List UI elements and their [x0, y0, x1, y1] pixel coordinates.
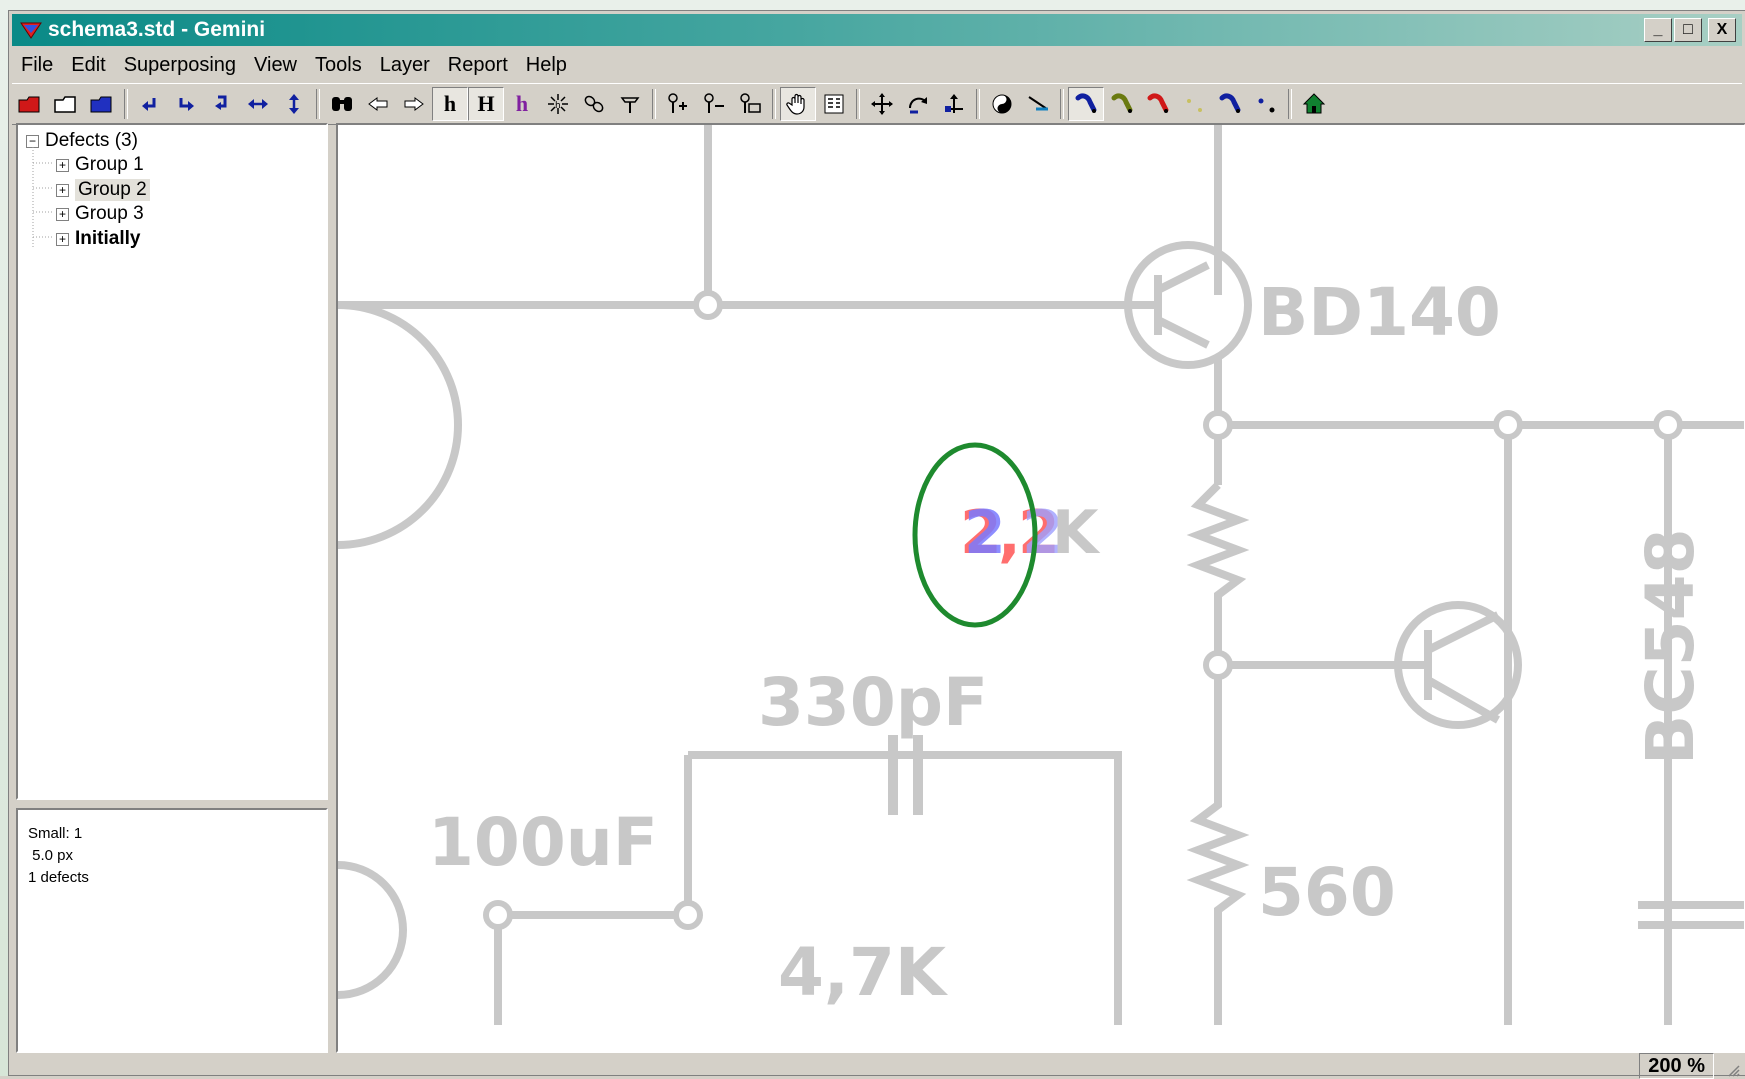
label-4-7k: 4,7K: [778, 934, 949, 1011]
tool-icon[interactable]: [612, 87, 648, 121]
defects-tree[interactable]: − Defects (3) + Group 1 + Group 2 + Grou…: [16, 123, 328, 800]
tree-item-group-3[interactable]: + Group 3: [56, 202, 144, 226]
hand-icon[interactable]: [780, 87, 816, 121]
label-100uf: 100uF: [428, 804, 658, 881]
toolbar-separator: [1288, 89, 1292, 119]
expand-toggle[interactable]: +: [56, 207, 69, 221]
label-bd140: BD140: [1258, 274, 1501, 351]
collapse-toggle[interactable]: −: [26, 134, 39, 148]
dot-marker-icon[interactable]: [1176, 87, 1212, 121]
pin-remove-icon[interactable]: [696, 87, 732, 121]
junction-dots: [483, 290, 1683, 930]
shift-icon[interactable]: [936, 87, 972, 121]
tree-item-label: Group 2: [75, 179, 150, 201]
toolbar-separator: [316, 89, 320, 119]
open-red-folder-icon[interactable]: [12, 87, 48, 121]
toolbar-separator: [652, 89, 656, 119]
list-icon[interactable]: [816, 87, 852, 121]
menu-help[interactable]: Help: [517, 54, 576, 77]
toolbar-separator: [124, 89, 128, 119]
open-folder-icon[interactable]: [48, 87, 84, 121]
label-330pf: 330pF: [758, 664, 988, 741]
expand-toggle[interactable]: +: [56, 232, 69, 246]
gemini-app-icon: [20, 22, 42, 39]
menu-superposing[interactable]: Superposing: [115, 54, 245, 77]
expand-toggle[interactable]: +: [56, 183, 69, 197]
zoom-level[interactable]: 200 %: [1639, 1053, 1714, 1079]
move-icon[interactable]: [864, 87, 900, 121]
menu-file[interactable]: File: [12, 54, 62, 77]
minimize-button[interactable]: _: [1644, 18, 1672, 42]
green-marker-icon[interactable]: [1104, 87, 1140, 121]
sparkle-icon[interactable]: h: [540, 87, 576, 121]
red-marker-icon[interactable]: [1140, 87, 1176, 121]
blue-marker-icon[interactable]: [1068, 87, 1104, 121]
title-bar[interactable]: schema3.std - Gemini _ □ X: [12, 14, 1742, 46]
svg-text:h: h: [555, 101, 561, 111]
info-size-px: 5.0 px: [28, 847, 74, 864]
menu-edit[interactable]: Edit: [62, 54, 114, 77]
next-icon[interactable]: [396, 87, 432, 121]
line-icon[interactable]: [1020, 87, 1056, 121]
info-defect-count: 1 defects: [28, 869, 89, 886]
tree-item-label: Initially: [75, 228, 141, 249]
bd140-transistor: [1124, 241, 1252, 369]
window-controls: _ □ X: [1644, 18, 1736, 42]
label-k: K: [1052, 498, 1101, 568]
schematic-view: BD140 330pF 100uF 560 4,7K BC548 2 2 , 2…: [338, 125, 1744, 1025]
menu-view[interactable]: View: [245, 54, 306, 77]
wires: [338, 125, 1744, 1025]
undo-icon[interactable]: [132, 87, 168, 121]
toolbar: h H h h: [12, 83, 1742, 125]
capacitor-330pf: [888, 735, 923, 815]
menu-tools[interactable]: Tools: [306, 54, 371, 77]
yin-yang-icon[interactable]: [984, 87, 1020, 121]
tree-item-label: Group 1: [75, 154, 144, 175]
small-h-icon[interactable]: h: [432, 87, 468, 121]
large-h-icon[interactable]: H: [468, 87, 504, 121]
label-bc548: BC548: [1632, 528, 1709, 765]
resize-grip-icon[interactable]: [1724, 1061, 1740, 1077]
link-icon[interactable]: [576, 87, 612, 121]
schematic-canvas[interactable]: BD140 330pF 100uF 560 4,7K BC548 2 2 , 2…: [336, 123, 1745, 1053]
app-window: schema3.std - Gemini _ □ X File Edit Sup…: [8, 10, 1745, 1079]
redo-all-icon[interactable]: [204, 87, 240, 121]
dots-icon[interactable]: [1248, 87, 1284, 121]
tree-item-initially[interactable]: + Initially: [56, 227, 140, 251]
rotate-icon[interactable]: [900, 87, 936, 121]
purple-h-icon[interactable]: h: [504, 87, 540, 121]
toolbar-separator: [856, 89, 860, 119]
pin-add-icon[interactable]: [660, 87, 696, 121]
previous-icon[interactable]: [360, 87, 396, 121]
toolbar-separator: [976, 89, 980, 119]
bc548-transistor: [1358, 601, 1522, 729]
defect-info-panel: Small: 1 5.0 px 1 defects: [16, 808, 328, 1053]
info-size-class: Small: 1: [28, 825, 83, 842]
close-button[interactable]: X: [1708, 18, 1736, 42]
tree-item-label: Group 3: [75, 203, 144, 224]
home-icon[interactable]: [1296, 87, 1332, 121]
pin-box-icon[interactable]: [732, 87, 768, 121]
toolbar-separator: [772, 89, 776, 119]
tree-item-group-2[interactable]: + Group 2: [56, 178, 150, 202]
status-bar: 200 %: [12, 1053, 1742, 1079]
menu-report[interactable]: Report: [439, 54, 517, 77]
find-icon[interactable]: [324, 87, 360, 121]
flip-horizontal-icon[interactable]: [240, 87, 276, 121]
menu-layer[interactable]: Layer: [371, 54, 439, 77]
flip-vertical-icon[interactable]: [276, 87, 312, 121]
open-blue-folder-icon[interactable]: [84, 87, 120, 121]
window-title: schema3.std - Gemini: [48, 18, 266, 41]
menu-bar: File Edit Superposing View Tools Layer R…: [12, 49, 576, 81]
maximize-button[interactable]: □: [1674, 18, 1702, 42]
blue-marker-2-icon[interactable]: [1212, 87, 1248, 121]
expand-toggle[interactable]: +: [56, 158, 69, 172]
label-560: 560: [1258, 854, 1396, 931]
tree-item-group-1[interactable]: + Group 1: [56, 153, 144, 177]
redo-icon[interactable]: [168, 87, 204, 121]
toolbar-separator: [1060, 89, 1064, 119]
